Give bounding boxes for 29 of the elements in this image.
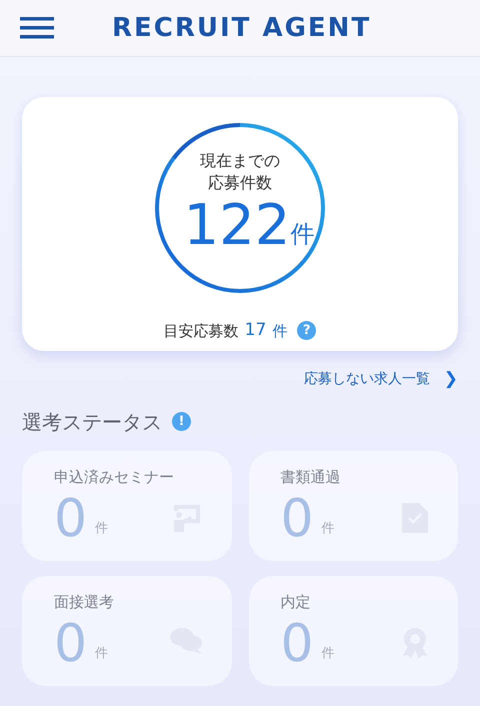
- app-logo: RECRUIT AGENT: [112, 12, 372, 44]
- status-card[interactable]: 書類通過 0 件: [248, 450, 458, 560]
- unit-label: 件: [95, 645, 108, 663]
- target-count: 17: [244, 319, 266, 342]
- count-caption: 現在までの 応募件数: [200, 150, 280, 194]
- status-label: 内定: [280, 592, 312, 612]
- chevron-icon[interactable]: ❯: [444, 367, 458, 392]
- unapplied-jobs-link[interactable]: 応募しない求人一覧: [304, 369, 430, 390]
- status-label: 面接選考: [54, 592, 115, 612]
- unit-label: 件: [322, 645, 335, 663]
- status-card[interactable]: 申込済みセミナー 0 件: [22, 450, 232, 560]
- target-label: 目安応募数: [164, 320, 239, 342]
- status-card[interactable]: 内定 0 件: [248, 576, 458, 686]
- help-icon[interactable]: ?: [297, 321, 316, 340]
- status-count: 0: [54, 488, 88, 548]
- application-count: 122: [184, 194, 290, 258]
- unit-label: 件: [322, 520, 335, 538]
- unit-label: 件: [290, 219, 314, 250]
- status-count: 0: [54, 614, 88, 674]
- section-title: 選考ステータス: [22, 408, 162, 436]
- status-label: 申込済みセミナー: [54, 466, 175, 486]
- info-icon[interactable]: !: [172, 412, 191, 431]
- status-card[interactable]: 面接選考 0 件: [22, 576, 232, 686]
- unit-label: 件: [272, 320, 288, 342]
- status-count: 0: [280, 488, 314, 548]
- status-label: 書類通過: [280, 466, 342, 486]
- unit-label: 件: [95, 520, 108, 538]
- menu-icon[interactable]: [20, 17, 54, 39]
- status-count: 0: [280, 614, 314, 674]
